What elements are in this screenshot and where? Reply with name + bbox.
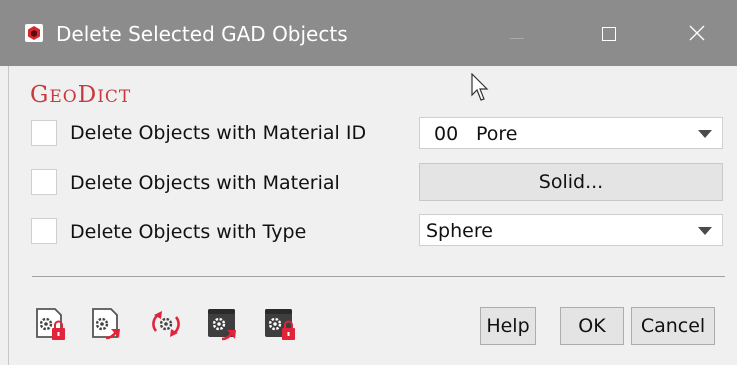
- gad-export-icon[interactable]: [89, 305, 125, 343]
- close-button[interactable]: [652, 0, 737, 66]
- chevron-down-icon: [698, 130, 712, 138]
- minimize-button[interactable]: [472, 0, 562, 66]
- type-select[interactable]: Sphere: [419, 214, 723, 246]
- title-bar: Delete Selected GAD Objects: [0, 0, 737, 66]
- cancel-button[interactable]: Cancel: [631, 307, 715, 345]
- close-icon: [689, 25, 705, 41]
- material-name-value: Pore: [476, 123, 518, 145]
- material-id-select[interactable]: 00 Pore: [419, 117, 723, 149]
- mouse-cursor-icon: [471, 72, 491, 107]
- window-border: [8, 66, 9, 365]
- gad-lock-icon[interactable]: [32, 305, 68, 343]
- gad-refresh-icon[interactable]: [148, 305, 184, 343]
- window-title: Delete Selected GAD Objects: [56, 22, 348, 46]
- material-checkbox[interactable]: [31, 169, 57, 195]
- gad-dark-lock-icon[interactable]: [262, 305, 298, 343]
- help-button[interactable]: Help: [480, 307, 536, 345]
- maximize-icon: [602, 27, 616, 41]
- type-checkbox[interactable]: [31, 218, 57, 244]
- divider: [32, 276, 725, 277]
- geodict-logo: GEODICT: [30, 82, 132, 108]
- chevron-down-icon: [698, 227, 712, 235]
- ok-button[interactable]: OK: [560, 307, 624, 345]
- material-id-value: 00: [434, 123, 459, 145]
- material-id-checkbox[interactable]: [31, 120, 57, 146]
- type-label: Delete Objects with Type: [70, 221, 307, 243]
- material-id-label: Delete Objects with Material ID: [70, 122, 367, 144]
- maximize-button[interactable]: [564, 0, 654, 66]
- geodict-app-icon: [25, 24, 43, 42]
- material-label: Delete Objects with Material: [70, 172, 340, 194]
- gad-dark-export-icon[interactable]: [205, 305, 241, 343]
- minimize-icon: [510, 38, 524, 39]
- material-select-button[interactable]: Solid...: [419, 163, 723, 201]
- type-select-value: Sphere: [426, 220, 493, 242]
